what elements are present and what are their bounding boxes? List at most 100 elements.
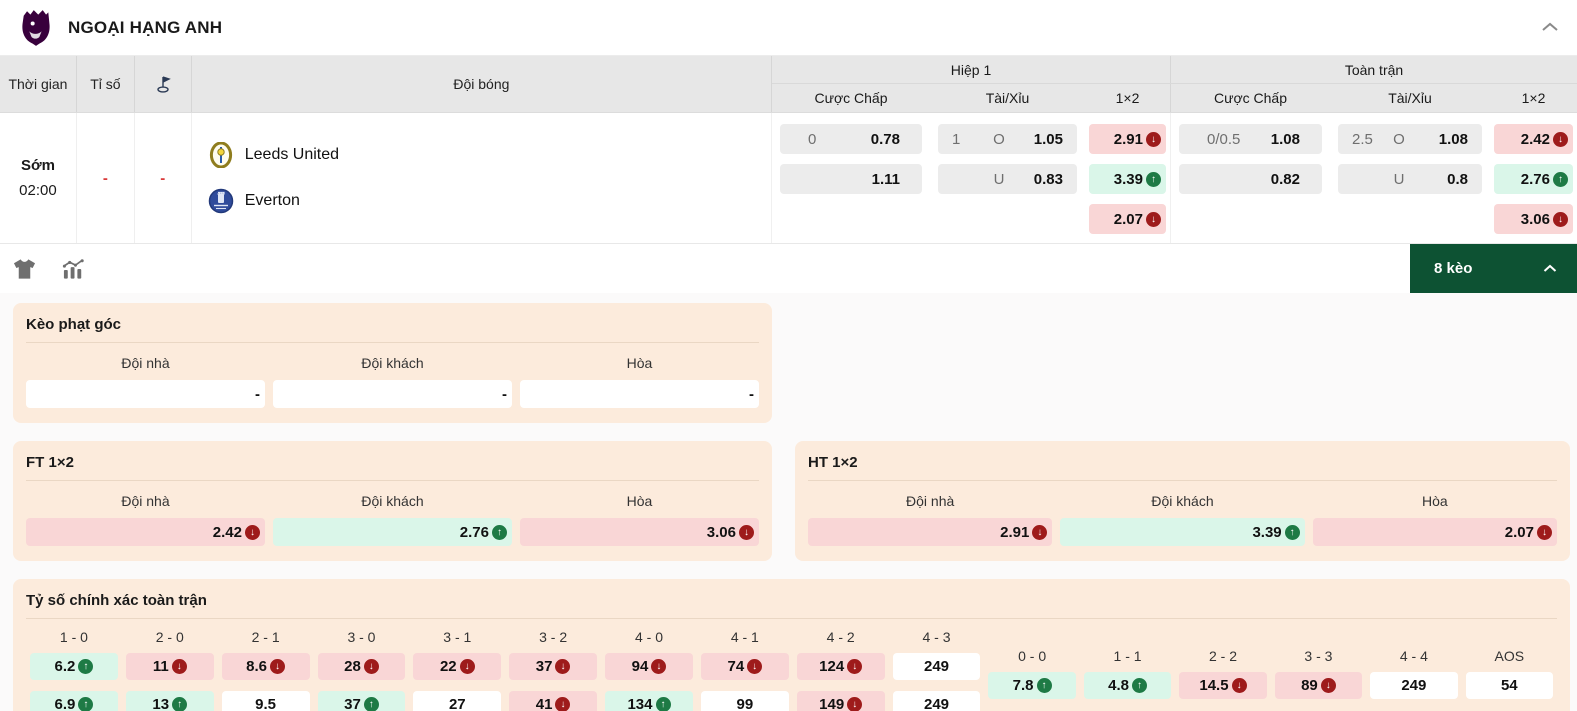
trend-icon bbox=[555, 697, 570, 711]
score-odds-cell[interactable]: 41 bbox=[509, 691, 597, 711]
ft-panel-home-cell[interactable]: 2.42 bbox=[26, 518, 265, 546]
odds-count-button[interactable]: 8 kèo bbox=[1410, 244, 1577, 293]
ft-over-under-column: 2.5 O 1.08 U 0.8 bbox=[1330, 113, 1490, 243]
ft-1x2-draw-cell[interactable]: 3.06 bbox=[1494, 204, 1573, 234]
trend-icon bbox=[1232, 678, 1247, 693]
score-odds-cell[interactable]: 99 bbox=[701, 691, 789, 711]
score-odds-cell[interactable]: 9.5 bbox=[222, 691, 310, 711]
ft-panel-draw-cell[interactable]: 3.06 bbox=[520, 518, 759, 546]
stats-chart-icon[interactable] bbox=[62, 258, 87, 280]
home-column-label: Đội nhà bbox=[808, 493, 1052, 509]
ft-panel-title: FT 1×2 bbox=[26, 454, 759, 481]
group-header-full-match: Toàn trận bbox=[1170, 56, 1577, 83]
ft-panel-away-cell[interactable]: 2.76 bbox=[273, 518, 512, 546]
score-odds-cell[interactable]: 37 bbox=[318, 691, 406, 711]
score-odds-cell[interactable]: 124 bbox=[797, 653, 885, 680]
h1-over-cell[interactable]: 1 O 1.05 bbox=[938, 124, 1077, 154]
away-column-label: Đội khách bbox=[1060, 493, 1304, 509]
ft-handicap-away-cell[interactable]: 0.82 bbox=[1179, 164, 1322, 194]
league-title: NGOẠI HẠNG ANH bbox=[68, 18, 222, 38]
ht-panel-home-cell[interactable]: 2.91 bbox=[808, 518, 1052, 546]
trend-icon bbox=[172, 659, 187, 674]
trend-icon bbox=[651, 659, 666, 674]
match-corner-cell: - bbox=[135, 113, 192, 243]
score-odds-cell[interactable]: 249 bbox=[893, 691, 981, 711]
score-odds-cell[interactable]: 249 bbox=[893, 653, 981, 680]
draw-column-label: Hòa bbox=[520, 493, 759, 509]
home-column-label: Đội nhà bbox=[26, 493, 265, 509]
h1-1x2-home-cell[interactable]: 2.91 bbox=[1089, 124, 1166, 154]
trend-icon bbox=[460, 659, 475, 674]
score-odds-cell[interactable]: 134 bbox=[605, 691, 693, 711]
score-odds-cell[interactable]: 22 bbox=[413, 653, 501, 680]
trend-icon bbox=[1553, 172, 1568, 187]
away-team-row[interactable]: Everton bbox=[208, 188, 300, 214]
h1-1x2-draw-cell[interactable]: 2.07 bbox=[1089, 204, 1166, 234]
ht-panel-draw-cell[interactable]: 2.07 bbox=[1313, 518, 1557, 546]
h1-handicap-home-cell[interactable]: 0 0.78 bbox=[780, 124, 922, 154]
score-odds-cell[interactable]: 6.9 bbox=[30, 691, 118, 711]
corner-flag-icon bbox=[135, 56, 192, 112]
away-team-name: Everton bbox=[245, 192, 300, 210]
score-odds-cell[interactable]: 13 bbox=[126, 691, 214, 711]
collapse-chevron-up-icon[interactable] bbox=[1541, 20, 1559, 36]
ft-1x2-away-cell[interactable]: 2.76 bbox=[1494, 164, 1573, 194]
ft-under-cell[interactable]: U 0.8 bbox=[1338, 164, 1482, 194]
correct-score-grid: 1 - 06.26.92 - 011132 - 18.69.53 - 02837… bbox=[26, 623, 984, 711]
subheader-ft-handicap: Cược Chấp bbox=[1170, 84, 1330, 112]
trend-icon bbox=[1553, 132, 1568, 147]
column-header-teams: Đội bóng bbox=[192, 56, 771, 112]
score-odds-cell[interactable]: 89 bbox=[1275, 672, 1362, 699]
score-odds-cell[interactable]: 7.8 bbox=[988, 672, 1075, 699]
score-odds-cell[interactable]: 249 bbox=[1370, 672, 1457, 699]
home-team-row[interactable]: Leeds United bbox=[208, 142, 339, 168]
column-header-score: Tỉ số bbox=[77, 56, 135, 112]
score-odds-cell[interactable]: 8.6 bbox=[222, 653, 310, 680]
score-column: 1 - 06.26.9 bbox=[26, 623, 122, 711]
h1-under-cell[interactable]: U 0.83 bbox=[938, 164, 1077, 194]
trend-icon bbox=[1146, 212, 1161, 227]
score-column: 4 - 3249249 bbox=[889, 623, 985, 711]
score-odds-cell[interactable]: 149 bbox=[797, 691, 885, 711]
home-column-label: Đội nhà bbox=[26, 355, 265, 371]
draw-column-label: Hòa bbox=[520, 355, 759, 371]
score-odds-cell[interactable]: 94 bbox=[605, 653, 693, 680]
teams-cell: Leeds United Everton bbox=[192, 113, 771, 243]
trend-icon bbox=[492, 525, 507, 540]
score-column: 4 - 094134 bbox=[601, 623, 697, 711]
draw-score-column: 4 - 4249 bbox=[1366, 642, 1461, 699]
ht-1x2-panel: HT 1×2 Đội nhà 2.91 Đội khách 3.39 bbox=[795, 441, 1570, 561]
correct-score-title: Tỷ số chính xác toàn trận bbox=[26, 592, 1557, 619]
score-odds-cell[interactable]: 14.5 bbox=[1179, 672, 1266, 699]
score-odds-cell[interactable]: 37 bbox=[509, 653, 597, 680]
score-column: 2 - 18.69.5 bbox=[218, 623, 314, 711]
score-odds-cell[interactable]: 4.8 bbox=[1084, 672, 1171, 699]
jersey-icon[interactable] bbox=[13, 258, 36, 280]
trend-icon bbox=[1321, 678, 1336, 693]
corner-home-cell[interactable]: - bbox=[26, 380, 265, 408]
draw-score-column: 2 - 214.5 bbox=[1175, 642, 1270, 699]
home-team-name: Leeds United bbox=[245, 146, 339, 164]
score-odds-cell[interactable]: 54 bbox=[1466, 672, 1553, 699]
league-header: NGOẠI HẠNG ANH bbox=[0, 0, 1577, 56]
score-odds-cell[interactable]: 6.2 bbox=[30, 653, 118, 680]
score-odds-cell[interactable]: 11 bbox=[126, 653, 214, 680]
corner-away-cell[interactable]: - bbox=[273, 380, 512, 408]
ft-handicap-home-cell[interactable]: 0/0.5 1.08 bbox=[1179, 124, 1322, 154]
ht-panel-away-cell[interactable]: 3.39 bbox=[1060, 518, 1304, 546]
corner-draw-cell[interactable]: - bbox=[520, 380, 759, 408]
trend-icon bbox=[1032, 525, 1047, 540]
score-odds-cell[interactable]: 27 bbox=[413, 691, 501, 711]
score-odds-cell[interactable]: 28 bbox=[318, 653, 406, 680]
trend-icon bbox=[78, 659, 93, 674]
ft-over-cell[interactable]: 2.5 O 1.08 bbox=[1338, 124, 1482, 154]
chevron-up-icon bbox=[1543, 264, 1557, 273]
trend-icon bbox=[555, 659, 570, 674]
trend-icon bbox=[245, 525, 260, 540]
h1-1x2-away-cell[interactable]: 3.39 bbox=[1089, 164, 1166, 194]
score-odds-cell[interactable]: 74 bbox=[701, 653, 789, 680]
ft-1x2-home-cell[interactable]: 2.42 bbox=[1494, 124, 1573, 154]
h1-handicap-away-cell[interactable]: 1.11 bbox=[780, 164, 922, 194]
correct-score-panel: Tỷ số chính xác toàn trận 1 - 06.26.92 -… bbox=[13, 579, 1570, 711]
draw-score-column: 3 - 389 bbox=[1271, 642, 1366, 699]
